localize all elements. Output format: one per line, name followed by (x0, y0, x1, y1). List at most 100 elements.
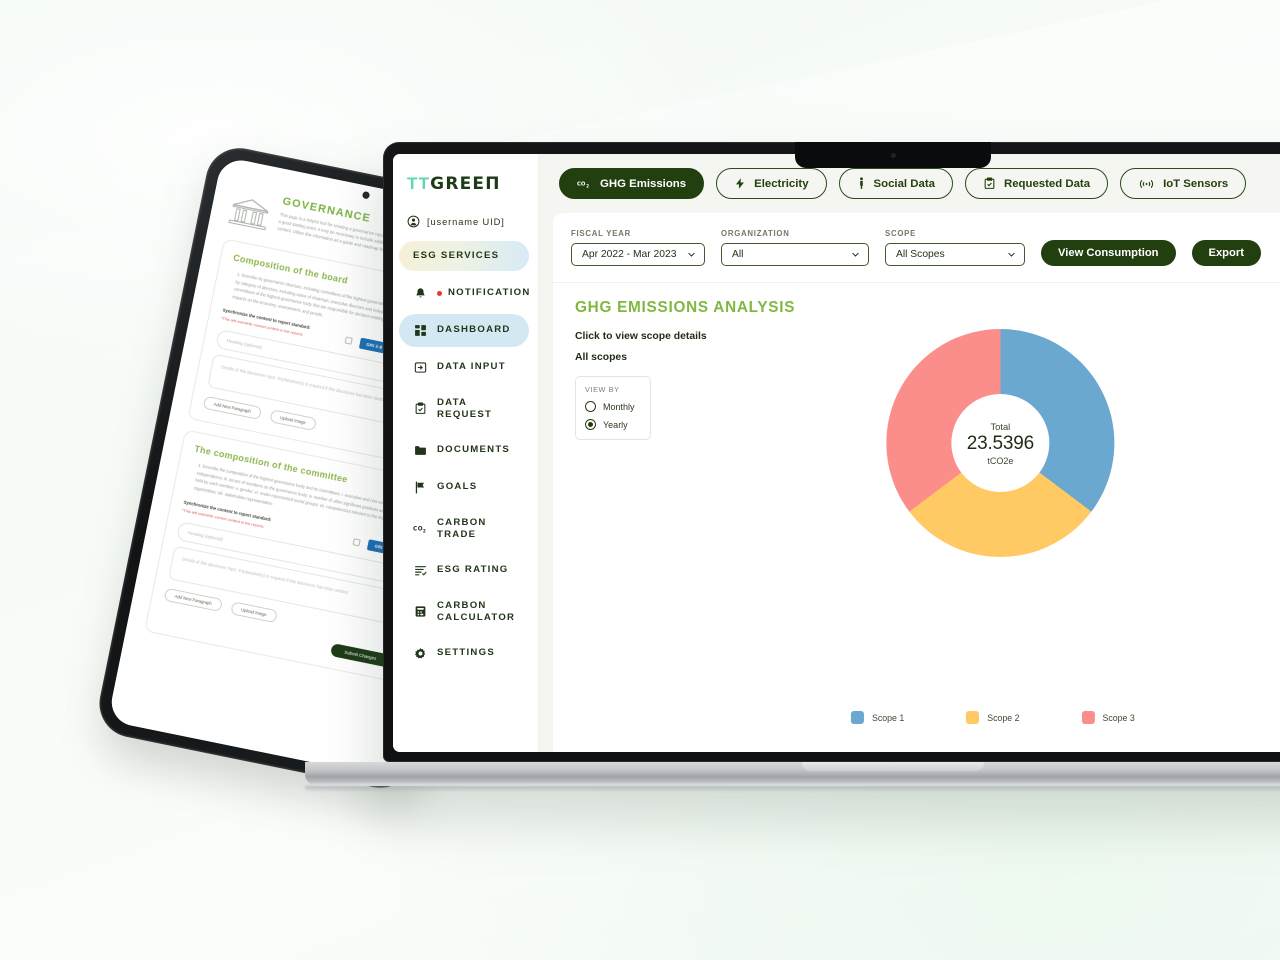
laptop-base-notch (802, 762, 984, 771)
filter-label: SCOPE (885, 229, 917, 238)
view-by-label: VIEW BY (585, 385, 620, 394)
sidebar-item-label: CARBON CALCULATOR (437, 599, 516, 623)
sidebar-item-esg-rating[interactable]: ESG RATING (399, 554, 529, 587)
bell-icon (413, 286, 428, 301)
svg-text:2: 2 (423, 529, 427, 535)
donut-total-label: Total (990, 420, 1011, 432)
chart-legend: Scope 1 Scope 2 Scope 3 (850, 711, 1135, 724)
filter-bar: FISCAL YEAR Apr 2022 - Mar 2023 ORGANIZA… (553, 213, 1280, 283)
sidebar-item-settings[interactable]: SETTINGS (399, 637, 529, 670)
tab-label: IoT Sensors (1163, 177, 1229, 190)
data-input-icon (413, 360, 428, 375)
sidebar-user[interactable]: [username UID] (393, 210, 538, 233)
sidebar-item-label: DASHBOARD (437, 324, 511, 336)
rating-list-icon (413, 563, 428, 578)
clipboard-check-icon (983, 177, 996, 190)
chevron-down-icon (688, 252, 695, 257)
tab-iot-sensors[interactable]: IoT Sensors (1120, 168, 1247, 199)
laptop-screen: TTGREEΠ [username UID] ESG SERVICES NOTI… (393, 154, 1280, 752)
view-consumption-button[interactable]: View Consumption (1041, 240, 1176, 266)
fiscal-year-value: Apr 2022 - Mar 2023 (582, 249, 677, 260)
organization-select[interactable]: All (721, 243, 869, 266)
co2-icon: CO 2 (413, 521, 428, 536)
laptop-notch (795, 142, 991, 168)
tab-social-data[interactable]: Social Data (838, 168, 953, 199)
export-button[interactable]: Export (1191, 240, 1261, 266)
sidebar-item-label: DOCUMENTS (437, 444, 511, 456)
legend-label: Scope 2 (987, 712, 1020, 723)
legend-item[interactable]: Scope 2 (966, 711, 1020, 724)
legend-swatch (966, 711, 980, 724)
tab-requested-data[interactable]: Requested Data (964, 168, 1109, 199)
folder-icon (413, 443, 428, 458)
tab-electricity[interactable]: Electricity (716, 168, 827, 199)
bolt-icon (734, 177, 746, 190)
tab-label: Requested Data (1003, 177, 1091, 190)
radio-monthly-label: Monthly (603, 401, 635, 412)
app-logo: TTGREEΠ (393, 170, 538, 210)
sidebar-item-label: NOTIFICATION (448, 287, 531, 299)
sidebar-item-label: DATA REQUEST (437, 396, 493, 420)
tab-ghg-emissions[interactable]: CO 2 GHG Emissions (559, 168, 705, 199)
flag-icon (413, 480, 428, 495)
sidebar-item-notification[interactable]: NOTIFICATION (399, 277, 529, 310)
scene: GOVERNANCE This page is a helpful tool f… (0, 0, 1280, 960)
notification-dot-badge (437, 290, 442, 296)
sidebar-item-carbon-calculator[interactable]: CARBON CALCULATOR (399, 591, 529, 633)
laptop-base (305, 762, 1280, 786)
user-avatar-icon (407, 215, 420, 228)
sidebar-item-label: GOALS (437, 481, 478, 493)
filter-scope: SCOPE All Scopes (885, 229, 1025, 266)
filter-label: FISCAL YEAR (571, 229, 631, 238)
sidebar-item-carbon-trade[interactable]: CO 2 CARBON TRADE (399, 508, 529, 550)
radio-monthly-icon (585, 401, 596, 412)
fiscal-year-select[interactable]: Apr 2022 - Mar 2023 (571, 243, 705, 266)
tab-label: Social Data (873, 177, 935, 190)
legend-item[interactable]: Scope 3 (1081, 711, 1135, 724)
radio-monthly[interactable]: Monthly (585, 401, 641, 412)
chevron-down-icon (852, 252, 859, 257)
sidebar-item-label: CARBON TRADE (437, 516, 487, 540)
add-paragraph-button[interactable]: Add New Paragraph (202, 395, 262, 421)
svg-text:2: 2 (586, 183, 589, 188)
sidebar-item-goals[interactable]: GOALS (399, 471, 529, 504)
add-paragraph-button[interactable]: Add New Paragraph (163, 587, 223, 612)
sidebar-user-label: [username UID] (427, 216, 505, 227)
sidebar-item-documents[interactable]: DOCUMENTS (399, 434, 529, 467)
dashboard-grid-icon (413, 323, 428, 338)
tab-label: Electricity (754, 177, 809, 190)
bank-icon (228, 199, 269, 231)
tag-checkbox[interactable] (352, 537, 361, 546)
legend-swatch (850, 711, 864, 724)
legend-swatch (1081, 711, 1095, 724)
radio-yearly-icon (585, 419, 596, 430)
svg-text:CO: CO (577, 182, 586, 188)
chart-header: GHG EMISSIONS ANALYSIS ? How to use (575, 299, 1280, 320)
top-tabs: CO 2 GHG Emissions Electricity Social Da… (539, 168, 1280, 213)
filter-label: ORGANIZATION (721, 229, 790, 238)
signal-icon (1138, 178, 1155, 190)
organization-value: All (732, 249, 744, 260)
filter-fiscal-year: FISCAL YEAR Apr 2022 - Mar 2023 (571, 229, 705, 266)
clipboard-check-icon (413, 401, 428, 416)
calculator-icon (413, 604, 428, 619)
legend-item[interactable]: Scope 1 (850, 711, 904, 724)
laptop-device: TTGREEΠ [username UID] ESG SERVICES NOTI… (305, 142, 1280, 822)
sidebar: TTGREEΠ [username UID] ESG SERVICES NOTI… (393, 154, 539, 752)
gear-icon (413, 646, 428, 661)
radio-yearly[interactable]: Yearly (585, 419, 641, 430)
page-title: GHG EMISSIONS ANALYSIS (575, 299, 796, 316)
sidebar-item-label: SETTINGS (437, 647, 495, 659)
upload-image-button[interactable]: Upload Image (230, 600, 278, 623)
donut-total-unit: tCO2e (987, 455, 1014, 466)
sidebar-item-data-input[interactable]: DATA INPUT (399, 351, 529, 384)
tag-checkbox[interactable] (344, 336, 353, 345)
scope-select[interactable]: All Scopes (885, 243, 1025, 266)
sidebar-item-data-request[interactable]: DATA REQUEST (399, 388, 529, 430)
person-icon (857, 177, 866, 190)
radio-yearly-label: Yearly (603, 419, 628, 430)
upload-image-button[interactable]: Upload Image (269, 409, 317, 432)
donut-chart[interactable]: Total 23.5396 tCO2e (886, 329, 1115, 557)
sidebar-item-esg-services[interactable]: ESG SERVICES (399, 241, 529, 271)
sidebar-item-dashboard[interactable]: DASHBOARD (399, 313, 529, 347)
